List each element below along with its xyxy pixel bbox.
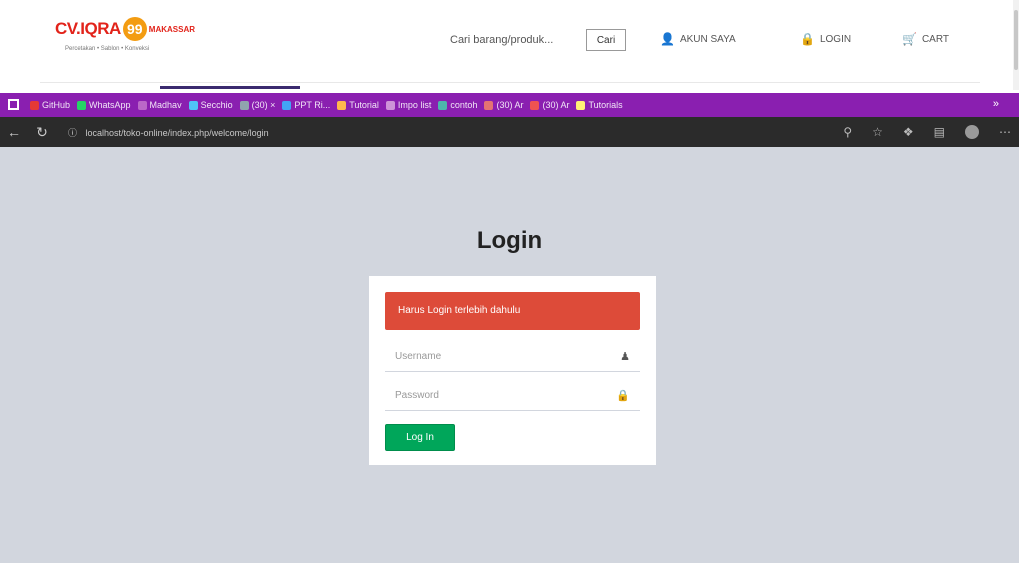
lock-icon: 🔒 [800, 32, 815, 46]
bookmark-item[interactable]: PPT Ri... [282, 100, 330, 110]
bookmark-favicon-icon [239, 100, 249, 110]
account-link[interactable]: 👤 AKUN SAYA [660, 28, 736, 50]
bookmark-favicon-icon [137, 100, 147, 110]
bookmark-favicon-icon [337, 100, 347, 110]
bookmark-favicon-icon [484, 100, 494, 110]
bookmark-label: Secchio [200, 100, 233, 110]
bookmark-label: (30) Ar [496, 100, 524, 110]
bookmark-favicon-icon [188, 100, 198, 110]
login-submit-button[interactable]: Log In [385, 424, 455, 451]
login-page-content: Login Harus Login terlebih dahulu ♟ 🔒 Lo… [0, 147, 1019, 563]
bookmark-item[interactable]: Madhav [137, 100, 182, 110]
login-card: Harus Login terlebih dahulu ♟ 🔒 Log In [369, 276, 656, 465]
bookmark-label: (30) Ar [542, 100, 570, 110]
scrollbar-thumb[interactable] [1014, 10, 1018, 70]
extensions-icon[interactable]: ❖ [903, 125, 914, 139]
bookmark-item[interactable]: WhatsApp [77, 100, 131, 110]
bookmark-favicon-icon [530, 100, 540, 110]
collections-icon[interactable]: ▤ [934, 125, 945, 139]
address-bar: ← ↻ ⓘ localhost/toko-online/index.php/we… [0, 117, 1019, 147]
logo-city-text: MAKASSAR [148, 24, 196, 34]
bookmark-favicon-icon [282, 100, 292, 110]
login-link-label: LOGIN [819, 33, 852, 45]
more-menu-icon[interactable]: ⋯ [999, 125, 1011, 139]
back-arrow-icon[interactable]: ← [0, 124, 28, 140]
password-input[interactable] [395, 390, 595, 401]
header-divider [40, 82, 980, 83]
bookmark-favicon-icon [30, 100, 39, 110]
browser-toolbar-icons: ⚲ ☆ ❖ ▤ ⋯ [843, 117, 1019, 147]
reload-icon[interactable]: ↻ [28, 124, 56, 141]
cart-icon: 🛒 [902, 32, 917, 46]
url-field[interactable]: ⓘ localhost/toko-online/index.php/welcom… [68, 126, 269, 139]
bookmark-label: PPT Ri... [294, 100, 331, 110]
bookmark-label: GitHub [42, 100, 71, 110]
username-field[interactable]: ♟ [385, 342, 640, 372]
page: CV.IQRA 99 MAKASSAR Percetakan • Sablon … [0, 0, 1019, 563]
user-icon: ♟ [620, 351, 630, 363]
product-search-input[interactable]: Cari barang/produk... [450, 30, 578, 50]
site-header: CV.IQRA 99 MAKASSAR Percetakan • Sablon … [0, 0, 1019, 90]
bookmark-item[interactable]: Impo list [385, 100, 432, 110]
url-text: localhost/toko-online/index.php/welcome/… [85, 127, 269, 138]
bookmark-item[interactable]: (30) × [239, 100, 276, 110]
bookmarks-overflow-icon[interactable]: » [993, 98, 999, 110]
bookmark-label: WhatsApp [89, 100, 131, 110]
bookmark-item[interactable]: Tutorials [576, 100, 623, 110]
bookmark-favicon-icon [385, 100, 395, 110]
search-button[interactable]: Cari [586, 29, 626, 51]
bookmark-label: (30) × [251, 100, 276, 110]
bookmark-favicon-icon [576, 100, 586, 110]
bookmark-label: Tutorial [349, 100, 379, 110]
page-title: Login [476, 227, 543, 254]
active-nav-underline [160, 86, 300, 89]
bookmark-label: Impo list [397, 100, 432, 110]
user-icon: 👤 [660, 32, 675, 46]
logo-wordmark: CV.IQRA 99 MAKASSAR [55, 17, 215, 41]
bookmark-label: contoh [450, 100, 478, 110]
favorite-star-icon[interactable]: ☆ [872, 125, 883, 139]
bookmark-item[interactable]: Tutorial [337, 100, 379, 110]
logo-cv-text: CV.IQRA [55, 19, 121, 38]
account-label: AKUN SAYA [679, 33, 736, 45]
login-required-alert: Harus Login terlebih dahulu [385, 292, 640, 330]
window-icon[interactable] [8, 99, 19, 110]
zoom-icon[interactable]: ⚲ [843, 125, 852, 139]
password-field[interactable]: 🔒 [385, 381, 640, 411]
bookmark-label: Tutorials [588, 100, 623, 110]
bookmark-item[interactable]: GitHub [30, 100, 70, 110]
cart-label: CART [921, 33, 949, 45]
bookmark-item[interactable]: Secchio [188, 100, 233, 110]
lock-icon: 🔒 [616, 390, 630, 402]
bookmark-label: Madhav [149, 100, 182, 110]
username-input[interactable] [395, 351, 595, 362]
profile-avatar[interactable] [965, 125, 979, 139]
bookmarks-bar: GitHub WhatsApp Madhav Secchio (30) × PP… [0, 93, 1019, 117]
bookmark-item[interactable]: (30) Ar [484, 100, 523, 110]
site-logo[interactable]: CV.IQRA 99 MAKASSAR Percetakan • Sablon … [55, 17, 215, 60]
page-scrollbar[interactable] [1013, 0, 1019, 90]
logo-99-badge: 99 [122, 17, 147, 41]
login-link[interactable]: 🔒 LOGIN [800, 28, 851, 50]
bookmark-favicon-icon [438, 100, 448, 110]
bookmark-item[interactable]: contoh [438, 100, 477, 110]
bookmark-favicon-icon [77, 100, 87, 110]
cart-link[interactable]: 🛒 CART [902, 28, 949, 50]
logo-tagline: Percetakan • Sablon • Konveksi [65, 46, 150, 52]
bookmark-item[interactable]: (30) Ar [530, 100, 569, 110]
site-info-icon[interactable]: ⓘ [68, 128, 77, 138]
